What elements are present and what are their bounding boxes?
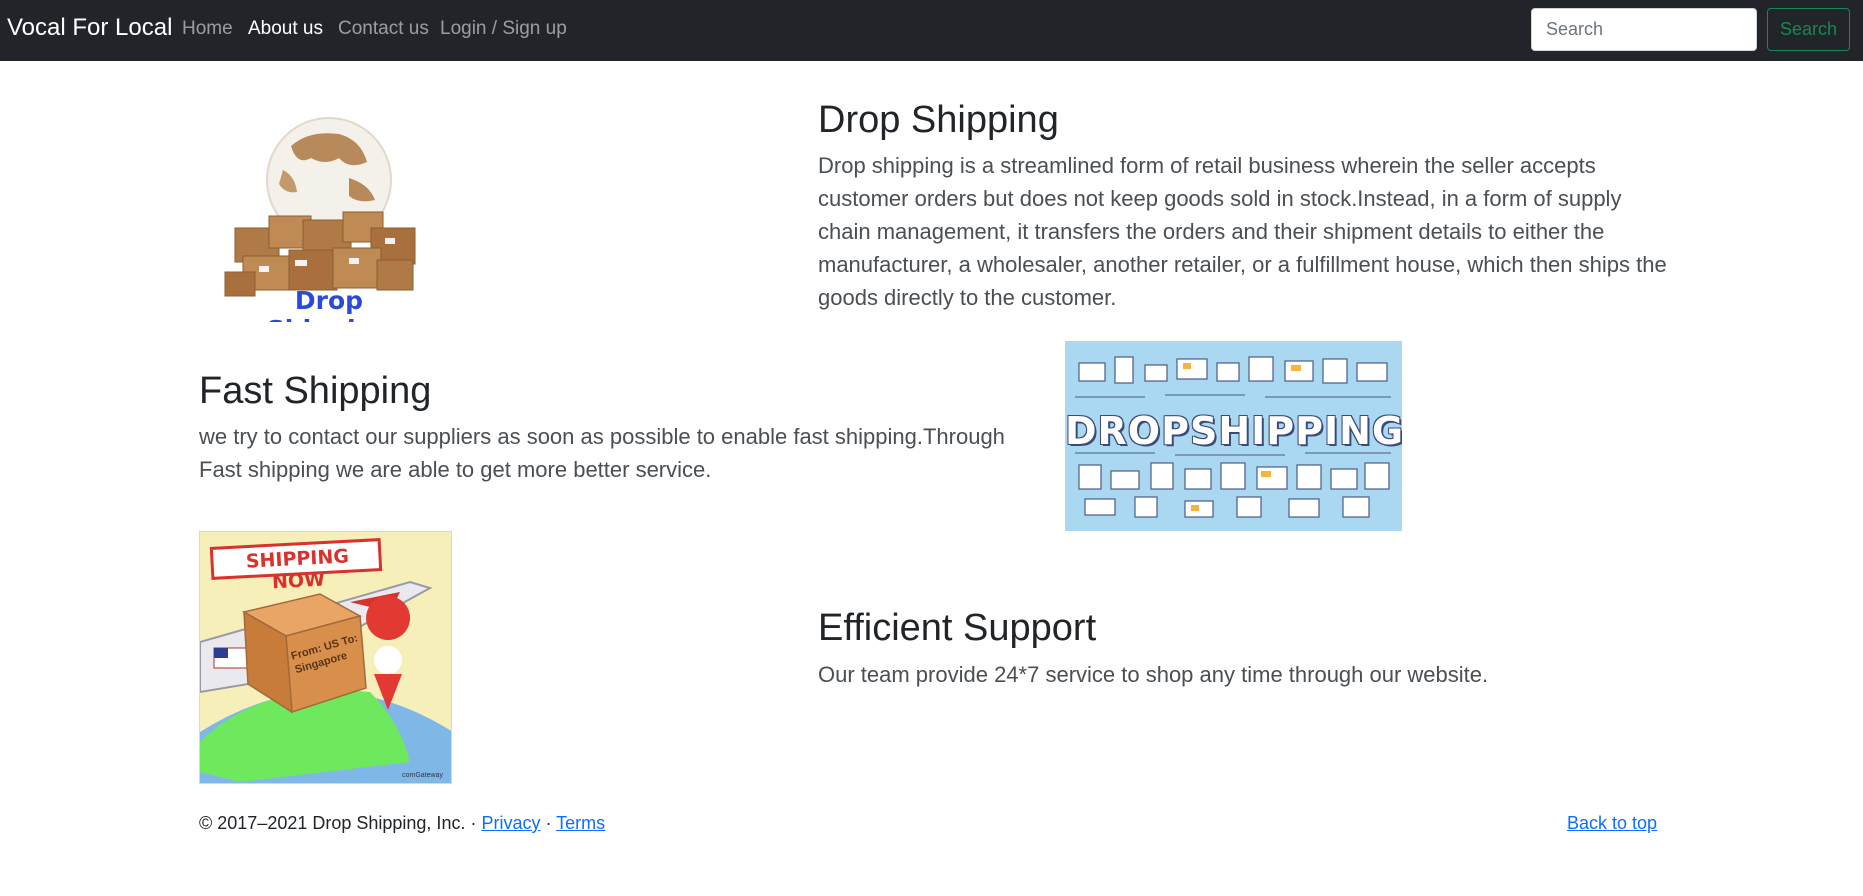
drop-shipping-image: Drop Shipping	[199, 100, 459, 322]
search-button[interactable]: Search	[1767, 8, 1850, 51]
drop-shipping-image-caption: Drop Shipping	[267, 286, 391, 322]
footer-copyright: © 2017–2021 Drop Shipping, Inc. · Privac…	[199, 813, 605, 834]
dropshipping-banner-text: DROPSHIPPING	[1065, 409, 1402, 453]
drop-shipping-heading: Drop Shipping	[818, 99, 1059, 141]
efficient-support-text: Our team provide 24*7 service to shop an…	[818, 662, 1489, 687]
brand-link[interactable]: Vocal For Local	[7, 14, 172, 42]
nav-link-login[interactable]: Login / Sign up	[440, 18, 567, 40]
nav-link-about[interactable]: About us	[248, 18, 323, 40]
efficient-support-heading: Efficient Support	[818, 607, 1097, 649]
terms-link[interactable]: Terms	[556, 813, 605, 833]
nav-link-contact[interactable]: Contact us	[338, 18, 429, 40]
footer-separator: ·	[540, 813, 557, 833]
nav-link-home[interactable]: Home	[182, 18, 233, 40]
shipping-now-image: SHIPPING NOW From: US To: Singapore comG…	[199, 531, 452, 784]
back-to-top-link[interactable]: Back to top	[1567, 813, 1657, 834]
drop-shipping-text: Drop shipping is a streamlined form of r…	[818, 153, 1667, 310]
fast-shipping-heading: Fast Shipping	[199, 370, 432, 412]
copyright-text: © 2017–2021 Drop Shipping, Inc. ·	[199, 813, 482, 833]
navbar: Vocal For Local Home About us Contact us…	[0, 0, 1863, 61]
fast-shipping-text: we try to contact our suppliers as soon …	[199, 424, 1005, 482]
privacy-link[interactable]: Privacy	[481, 813, 540, 833]
dropshipping-banner-image: DROPSHIPPING	[1065, 341, 1402, 531]
image-credit: comGateway	[402, 772, 443, 779]
shipping-now-badge: SHIPPING NOW	[245, 545, 350, 594]
search-input[interactable]	[1531, 8, 1757, 51]
